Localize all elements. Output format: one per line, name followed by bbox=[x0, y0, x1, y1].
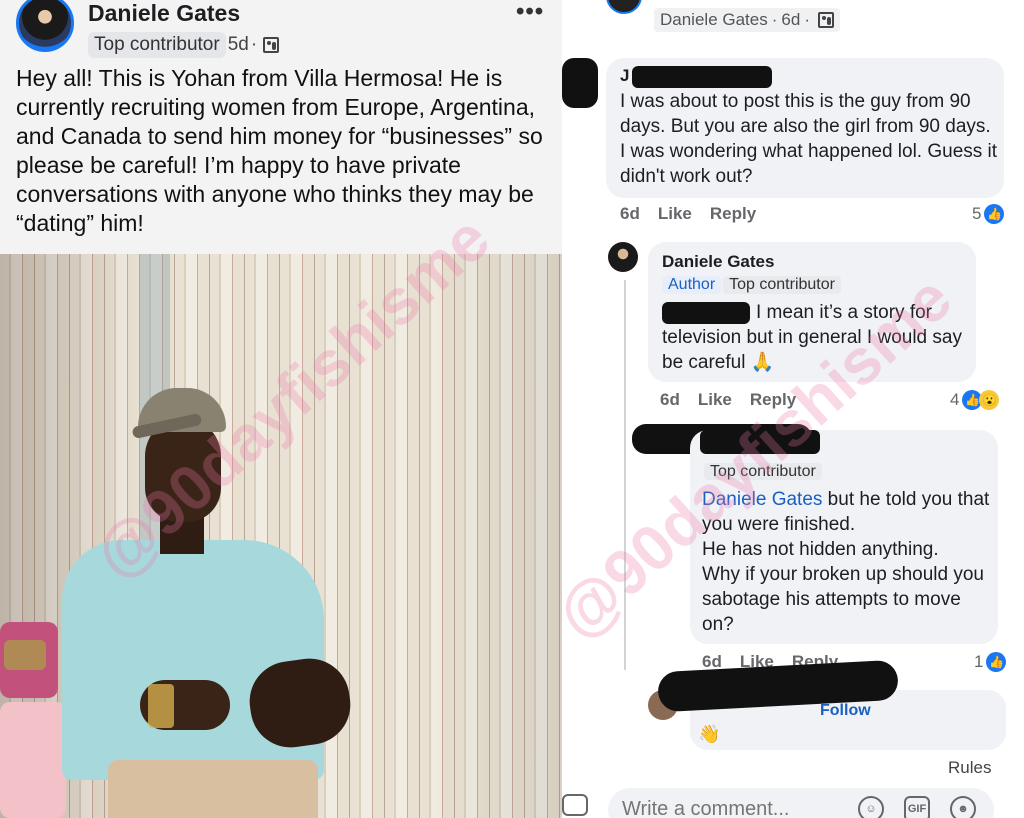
emoji-icon[interactable]: ☻ bbox=[950, 796, 976, 818]
top-contributor-badge: Top contributor bbox=[723, 276, 841, 294]
comment-bubble: Top contributor Daniele Gates but he tol… bbox=[690, 430, 998, 644]
redacted-name bbox=[700, 430, 820, 454]
commenter-avatar[interactable] bbox=[608, 242, 638, 272]
more-options-icon[interactable]: ••• bbox=[516, 0, 544, 26]
like-button[interactable]: Like bbox=[698, 390, 732, 410]
header-author[interactable]: Daniele Gates bbox=[660, 10, 768, 30]
meta-separator: · bbox=[250, 34, 258, 55]
redacted-avatar bbox=[562, 58, 598, 108]
comments-panel: Daniele Gates · 6d · J I was about to po… bbox=[562, 0, 1024, 818]
reaction-count[interactable]: 5 👍 bbox=[972, 204, 1005, 224]
rules-link[interactable]: Rules bbox=[948, 758, 991, 778]
mention-link[interactable]: Daniele Gates bbox=[702, 489, 822, 510]
post-author-name[interactable]: Daniele Gates bbox=[88, 0, 240, 27]
comments-header: Daniele Gates · 6d · bbox=[654, 8, 840, 32]
author-badge: Author bbox=[662, 276, 722, 294]
comment-bubble: J I was about to post this is the guy fr… bbox=[606, 58, 1004, 198]
comment-text: Daniele Gates but he told you that you w… bbox=[702, 489, 990, 635]
comment-actions: 6d Like Reply bbox=[620, 204, 756, 224]
wow-reaction-icon: 😮 bbox=[979, 390, 1000, 410]
reply-button[interactable]: Reply bbox=[710, 204, 756, 224]
commenter-name[interactable]: Daniele Gates bbox=[662, 252, 774, 272]
top-contributor-badge: Top contributor bbox=[88, 32, 226, 58]
comment-time[interactable]: 6d bbox=[620, 204, 640, 224]
commenter-name[interactable]: J bbox=[620, 66, 629, 86]
like-button[interactable]: Like bbox=[658, 204, 692, 224]
post-panel: Daniele Gates ••• Top contributor 5d · H… bbox=[0, 0, 566, 818]
header-avatar bbox=[606, 0, 642, 14]
post-author-avatar[interactable] bbox=[16, 0, 74, 52]
redacted-name bbox=[632, 66, 772, 88]
comment-time[interactable]: 6d bbox=[660, 390, 680, 410]
post-time[interactable]: 5d bbox=[228, 34, 249, 56]
header-time[interactable]: 6d bbox=[781, 10, 800, 30]
gif-icon[interactable]: GIF bbox=[904, 796, 930, 818]
comment-text: I was about to post this is the guy from… bbox=[620, 91, 998, 187]
post-meta: Top contributor 5d · bbox=[88, 32, 280, 58]
comment-bubble: Daniele Gates Author Top contributor I m… bbox=[648, 242, 976, 382]
post-body-text: Hey all! This is Yohan from Villa Hermos… bbox=[16, 65, 543, 236]
like-reaction-icon: 👍 bbox=[984, 204, 1005, 224]
comment-input[interactable] bbox=[622, 798, 887, 818]
comment-composer[interactable] bbox=[608, 788, 994, 818]
comment-text: I mean it’s a story for television but i… bbox=[662, 302, 962, 373]
follow-button[interactable]: Follow bbox=[820, 702, 871, 720]
reaction-count[interactable]: 4 👍 😮 bbox=[950, 390, 1000, 410]
top-contributor-badge: Top contributor bbox=[704, 463, 822, 480]
group-audience-icon bbox=[818, 12, 834, 28]
reaction-count[interactable]: 1 👍 bbox=[974, 652, 1007, 672]
camera-icon[interactable] bbox=[562, 794, 588, 816]
sticker-icon[interactable]: ☺ bbox=[858, 796, 884, 818]
reply-button[interactable]: Reply bbox=[750, 390, 796, 410]
wave-emoji: 👋 bbox=[698, 724, 721, 744]
comment-actions: 6d Like Reply bbox=[660, 390, 796, 410]
group-audience-icon bbox=[263, 37, 280, 53]
like-reaction-icon: 👍 bbox=[986, 652, 1007, 672]
